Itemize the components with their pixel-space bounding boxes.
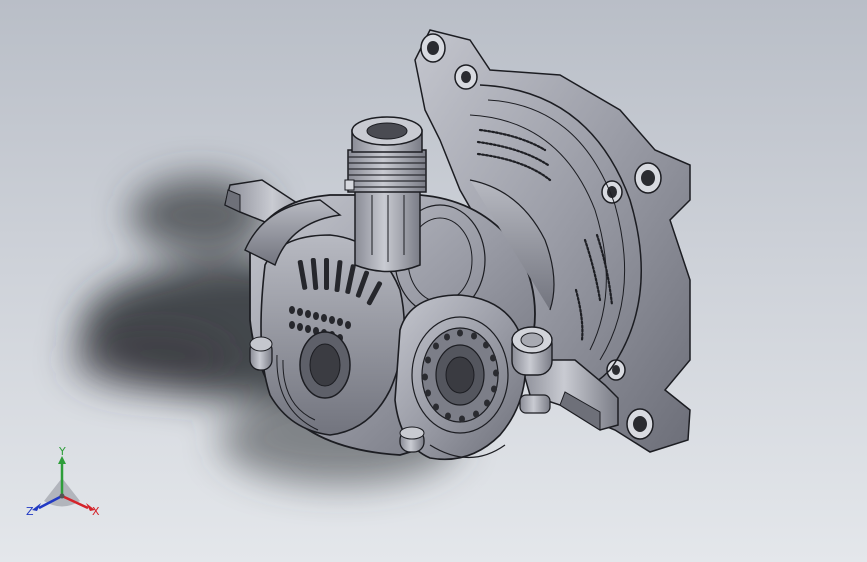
y-axis-label: Y <box>59 445 66 458</box>
bottom-nub <box>399 426 425 453</box>
graphics-viewport[interactable]: Y X Z <box>0 0 867 562</box>
x-axis-label: X <box>92 505 100 518</box>
left-stub <box>249 336 273 371</box>
top-stem[interactable] <box>344 116 427 273</box>
z-axis-label: Z <box>26 505 34 518</box>
coordinate-triad: Y X Z <box>22 446 104 526</box>
model-view[interactable] <box>0 0 867 562</box>
